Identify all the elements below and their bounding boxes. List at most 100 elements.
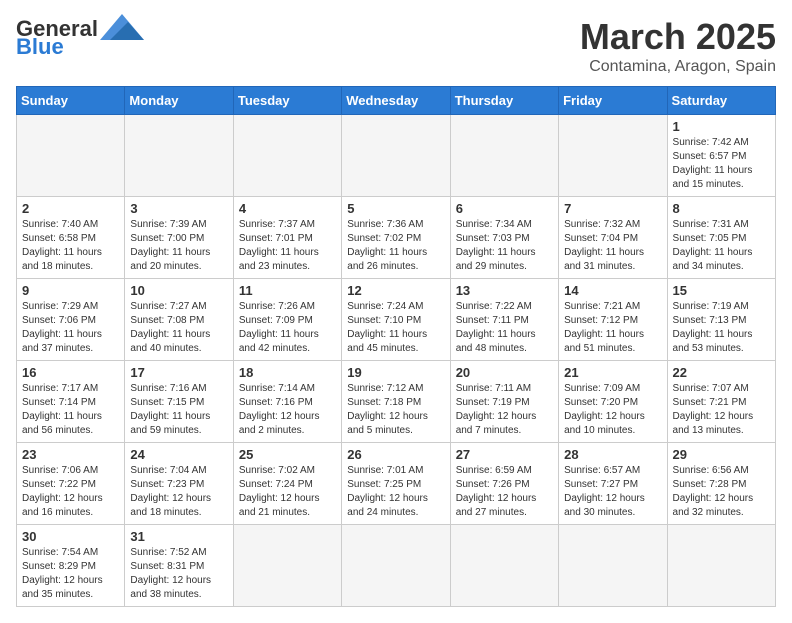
day-info: Sunrise: 7:39 AM Sunset: 7:00 PM Dayligh… [130,218,227,274]
day-number: 9 [22,283,119,298]
day-info: Sunrise: 7:27 AM Sunset: 7:08 PM Dayligh… [130,300,227,356]
day-number: 21 [564,365,661,380]
day-number: 7 [564,201,661,216]
calendar-cell: 3 Sunrise: 7:39 AM Sunset: 7:00 PM Daylig… [125,197,233,279]
weekday-header-monday: Monday [125,87,233,115]
calendar-cell: 30 Sunrise: 7:54 AM Sunset: 8:29 PM Dayli… [17,525,125,607]
day-info: Sunrise: 7:37 AM Sunset: 7:01 PM Dayligh… [239,218,336,274]
weekday-header-sunday: Sunday [17,87,125,115]
day-number: 26 [347,447,444,462]
day-info: Sunrise: 7:54 AM Sunset: 8:29 PM Dayligh… [22,546,119,602]
day-number: 17 [130,365,227,380]
calendar-cell: 1 Sunrise: 7:42 AM Sunset: 6:57 PM Daylig… [667,115,775,197]
logo-icon [100,12,144,42]
day-info: Sunrise: 7:22 AM Sunset: 7:11 PM Dayligh… [456,300,553,356]
day-number: 18 [239,365,336,380]
day-info: Sunrise: 7:12 AM Sunset: 7:18 PM Dayligh… [347,382,444,438]
day-info: Sunrise: 7:31 AM Sunset: 7:05 PM Dayligh… [673,218,770,274]
calendar-cell: 8 Sunrise: 7:31 AM Sunset: 7:05 PM Daylig… [667,197,775,279]
day-info: Sunrise: 7:36 AM Sunset: 7:02 PM Dayligh… [347,218,444,274]
weekday-header-tuesday: Tuesday [233,87,341,115]
day-number: 13 [456,283,553,298]
day-number: 5 [347,201,444,216]
day-info: Sunrise: 7:01 AM Sunset: 7:25 PM Dayligh… [347,464,444,520]
day-number: 10 [130,283,227,298]
day-info: Sunrise: 6:59 AM Sunset: 7:26 PM Dayligh… [456,464,553,520]
calendar-cell: 11 Sunrise: 7:26 AM Sunset: 7:09 PM Dayli… [233,279,341,361]
day-info: Sunrise: 7:06 AM Sunset: 7:22 PM Dayligh… [22,464,119,520]
day-number: 6 [456,201,553,216]
day-info: Sunrise: 6:56 AM Sunset: 7:28 PM Dayligh… [673,464,770,520]
calendar-cell: 7 Sunrise: 7:32 AM Sunset: 7:04 PM Daylig… [559,197,667,279]
day-info: Sunrise: 7:16 AM Sunset: 7:15 PM Dayligh… [130,382,227,438]
calendar-cell [559,525,667,607]
day-number: 31 [130,529,227,544]
calendar-cell: 20Sunrise: 7:11 AM Sunset: 7:19 PM Dayli… [450,361,558,443]
calendar-cell: 19Sunrise: 7:12 AM Sunset: 7:18 PM Dayli… [342,361,450,443]
calendar-cell [559,115,667,197]
calendar-cell [233,525,341,607]
day-number: 30 [22,529,119,544]
day-info: Sunrise: 7:19 AM Sunset: 7:13 PM Dayligh… [673,300,770,356]
calendar-cell: 28Sunrise: 6:57 AM Sunset: 7:27 PM Dayli… [559,443,667,525]
calendar-cell: 31 Sunrise: 7:52 AM Sunset: 8:31 PM Dayli… [125,525,233,607]
day-info: Sunrise: 7:52 AM Sunset: 8:31 PM Dayligh… [130,546,227,602]
weekday-header-saturday: Saturday [667,87,775,115]
logo-blue: Blue [16,36,64,58]
day-info: Sunrise: 7:26 AM Sunset: 7:09 PM Dayligh… [239,300,336,356]
weekday-header-wednesday: Wednesday [342,87,450,115]
day-number: 27 [456,447,553,462]
calendar-cell: 23 Sunrise: 7:06 AM Sunset: 7:22 PM Dayli… [17,443,125,525]
day-number: 12 [347,283,444,298]
day-info: Sunrise: 7:07 AM Sunset: 7:21 PM Dayligh… [673,382,770,438]
calendar-cell: 12 Sunrise: 7:24 AM Sunset: 7:10 PM Dayli… [342,279,450,361]
day-number: 15 [673,283,770,298]
day-number: 8 [673,201,770,216]
header: General Blue March 2025 Contamina, Arago… [16,16,776,76]
day-number: 22 [673,365,770,380]
day-info: Sunrise: 7:40 AM Sunset: 6:58 PM Dayligh… [22,218,119,274]
day-number: 25 [239,447,336,462]
calendar-cell: 4 Sunrise: 7:37 AM Sunset: 7:01 PM Daylig… [233,197,341,279]
calendar-cell: 24Sunrise: 7:04 AM Sunset: 7:23 PM Dayli… [125,443,233,525]
calendar-cell: 29 Sunrise: 6:56 AM Sunset: 7:28 PM Dayli… [667,443,775,525]
calendar-cell [17,115,125,197]
calendar-cell: 27 Sunrise: 6:59 AM Sunset: 7:26 PM Dayli… [450,443,558,525]
day-info: Sunrise: 7:09 AM Sunset: 7:20 PM Dayligh… [564,382,661,438]
calendar-cell [450,525,558,607]
calendar-cell: 2 Sunrise: 7:40 AM Sunset: 6:58 PM Daylig… [17,197,125,279]
day-info: Sunrise: 7:42 AM Sunset: 6:57 PM Dayligh… [673,136,770,192]
calendar-cell: 14Sunrise: 7:21 AM Sunset: 7:12 PM Dayli… [559,279,667,361]
day-info: Sunrise: 7:17 AM Sunset: 7:14 PM Dayligh… [22,382,119,438]
calendar-cell: 13 Sunrise: 7:22 AM Sunset: 7:11 PM Dayli… [450,279,558,361]
calendar-cell: 16 Sunrise: 7:17 AM Sunset: 7:14 PM Dayli… [17,361,125,443]
day-number: 16 [22,365,119,380]
calendar-cell: 5 Sunrise: 7:36 AM Sunset: 7:02 PM Daylig… [342,197,450,279]
title-area: March 2025 Contamina, Aragon, Spain [580,16,776,76]
day-info: Sunrise: 7:29 AM Sunset: 7:06 PM Dayligh… [22,300,119,356]
calendar-cell: 26 Sunrise: 7:01 AM Sunset: 7:25 PM Dayli… [342,443,450,525]
day-info: Sunrise: 7:24 AM Sunset: 7:10 PM Dayligh… [347,300,444,356]
weekday-header-friday: Friday [559,87,667,115]
calendar-cell: 25 Sunrise: 7:02 AM Sunset: 7:24 PM Dayli… [233,443,341,525]
day-number: 1 [673,119,770,134]
calendar-cell: 9 Sunrise: 7:29 AM Sunset: 7:06 PM Daylig… [17,279,125,361]
location-title: Contamina, Aragon, Spain [580,58,776,76]
day-number: 3 [130,201,227,216]
calendar-cell [450,115,558,197]
day-info: Sunrise: 7:02 AM Sunset: 7:24 PM Dayligh… [239,464,336,520]
day-number: 23 [22,447,119,462]
calendar-cell [342,115,450,197]
calendar-cell: 18Sunrise: 7:14 AM Sunset: 7:16 PM Dayli… [233,361,341,443]
day-number: 4 [239,201,336,216]
day-info: Sunrise: 7:32 AM Sunset: 7:04 PM Dayligh… [564,218,661,274]
day-number: 29 [673,447,770,462]
day-number: 11 [239,283,336,298]
calendar-cell: 10 Sunrise: 7:27 AM Sunset: 7:08 PM Dayli… [125,279,233,361]
calendar-cell [125,115,233,197]
day-info: Sunrise: 7:21 AM Sunset: 7:12 PM Dayligh… [564,300,661,356]
day-number: 2 [22,201,119,216]
day-number: 28 [564,447,661,462]
day-number: 20 [456,365,553,380]
calendar-cell [667,525,775,607]
